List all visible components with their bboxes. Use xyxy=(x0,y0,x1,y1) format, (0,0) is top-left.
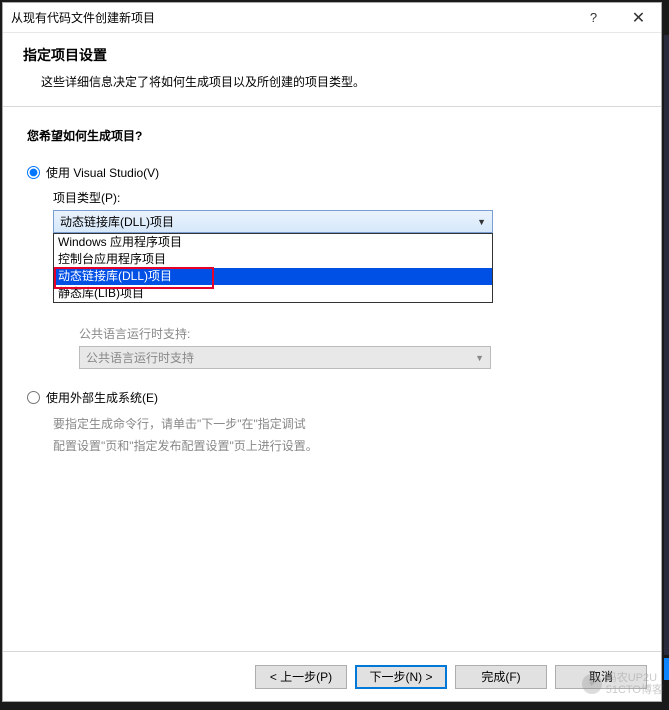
build-question: 您希望如何生成项目? xyxy=(27,127,637,144)
clr-combo-text: 公共语言运行时支持 xyxy=(86,349,194,366)
edge-accent xyxy=(664,658,669,680)
clr-inner: 公共语言运行时支持: 公共语言运行时支持 ▼ xyxy=(79,325,637,369)
clr-block: 公共语言运行时支持: 公共语言运行时支持 ▼ xyxy=(53,325,637,369)
dropdown-item[interactable]: 控制台应用程序项目 xyxy=(54,251,492,268)
radio-external-build[interactable]: 使用外部生成系统(E) xyxy=(27,389,637,406)
dropdown-item[interactable]: 静态库(LIB)项目 xyxy=(54,285,492,302)
radio-visual-studio[interactable]: 使用 Visual Studio(V) xyxy=(27,164,637,181)
project-type-combo[interactable]: 动态链接库(DLL)项目 ▼ xyxy=(53,210,493,233)
content-area: 您希望如何生成项目? 使用 Visual Studio(V) 项目类型(P): … xyxy=(3,107,661,651)
radio-external-label: 使用外部生成系统(E) xyxy=(46,389,158,406)
dialog-window: 从现有代码文件创建新项目 ? ✕ 指定项目设置 这些详细信息决定了将如何生成项目… xyxy=(2,2,662,702)
project-type-dropdown: Windows 应用程序项目 控制台应用程序项目 动态链接库(DLL)项目 静态… xyxy=(53,233,493,303)
clr-combo-disabled: 公共语言运行时支持 ▼ xyxy=(79,346,491,369)
chevron-down-icon: ▼ xyxy=(475,353,484,363)
next-button[interactable]: 下一步(N) > xyxy=(355,665,447,689)
header-section: 指定项目设置 这些详细信息决定了将如何生成项目以及所创建的项目类型。 xyxy=(3,33,661,107)
radio-vs-input[interactable] xyxy=(27,166,40,179)
header-desc: 这些详细信息决定了将如何生成项目以及所创建的项目类型。 xyxy=(23,73,641,90)
hint-line-1: 要指定生成命令行，请单击"下一步"在"指定调试 xyxy=(53,414,637,436)
radio-external-input[interactable] xyxy=(27,391,40,404)
titlebar-buttons: ? ✕ xyxy=(571,3,661,32)
footer-buttons: < 上一步(P) 下一步(N) > 完成(F) 取消 xyxy=(3,651,661,701)
titlebar: 从现有代码文件创建新项目 ? ✕ xyxy=(3,3,661,33)
project-type-label: 项目类型(P): xyxy=(53,189,637,206)
edge-decoration xyxy=(664,35,669,655)
prev-button[interactable]: < 上一步(P) xyxy=(255,665,347,689)
dropdown-item[interactable]: Windows 应用程序项目 xyxy=(54,234,492,251)
dropdown-item-selected[interactable]: 动态链接库(DLL)项目 xyxy=(54,268,492,285)
chevron-down-icon: ▼ xyxy=(477,217,486,227)
hint-line-2: 配置设置"页和"指定发布配置设置"页上进行设置。 xyxy=(53,436,637,458)
radio-vs-label: 使用 Visual Studio(V) xyxy=(46,164,159,181)
external-hint: 要指定生成命令行，请单击"下一步"在"指定调试 配置设置"页和"指定发布配置设置… xyxy=(53,414,637,457)
help-button[interactable]: ? xyxy=(571,3,616,32)
cancel-button[interactable]: 取消 xyxy=(555,665,647,689)
header-title: 指定项目设置 xyxy=(23,45,641,65)
clr-label: 公共语言运行时支持: xyxy=(79,325,637,342)
finish-button[interactable]: 完成(F) xyxy=(455,665,547,689)
vs-options-block: 项目类型(P): 动态链接库(DLL)项目 ▼ Windows 应用程序项目 控… xyxy=(53,189,637,369)
window-title: 从现有代码文件创建新项目 xyxy=(11,9,571,26)
combo-selected-text: 动态链接库(DLL)项目 xyxy=(60,213,174,230)
project-type-combo-wrap: 动态链接库(DLL)项目 ▼ Windows 应用程序项目 控制台应用程序项目 … xyxy=(53,210,637,233)
close-button[interactable]: ✕ xyxy=(616,3,661,32)
